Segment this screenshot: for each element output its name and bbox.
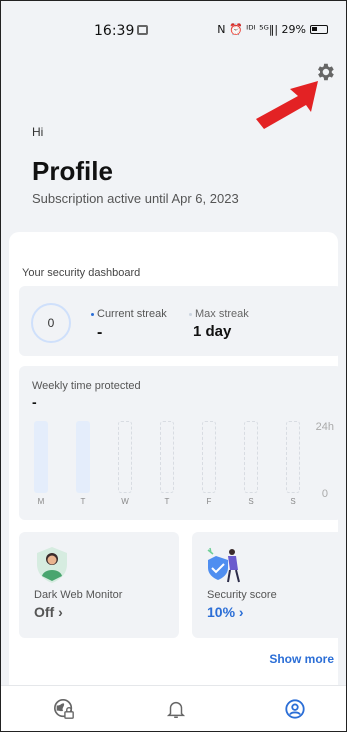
max-streak-label-text: Max streak	[195, 308, 249, 320]
max-streak-label: Max streak	[189, 308, 249, 320]
globe-lock-icon[interactable]	[53, 698, 75, 720]
dark-web-monitor-value: Off ›	[34, 604, 63, 620]
screen-record-icon	[137, 25, 148, 35]
security-score-illustration-icon	[207, 547, 240, 583]
show-more-link[interactable]: Show more	[269, 652, 334, 666]
streak-ring: 0	[31, 303, 71, 343]
bell-icon[interactable]	[165, 698, 187, 720]
streak-ring-value: 0	[47, 316, 55, 330]
weekly-bar	[244, 421, 258, 493]
dark-web-monitor-card[interactable]: Dark Web Monitor Off ›	[19, 532, 179, 638]
weekly-bar	[76, 421, 90, 493]
account-icon[interactable]	[284, 698, 306, 720]
max-streak-value: 1 day	[193, 323, 232, 340]
status-time: 16:39	[94, 23, 135, 39]
security-score-card[interactable]: Security score 10% ›	[192, 532, 346, 638]
status-right: N ⏰ ᴵᴰᴵ ⁵ᴳ‖| 29%	[217, 23, 328, 36]
gear-icon[interactable]	[314, 61, 336, 83]
battery-icon	[310, 25, 328, 34]
max-streak-dot	[189, 312, 192, 316]
red-arrow-annotation	[256, 81, 318, 129]
dark-web-avatar-icon	[37, 547, 67, 583]
phone-screen: 16:39 N ⏰ ᴵᴰᴵ ⁵ᴳ‖| 29% Hi Profile Subscr…	[0, 0, 347, 732]
weekly-bar	[202, 421, 216, 493]
current-streak-label: Current streak	[91, 308, 167, 320]
axis-max-label: 24h	[315, 421, 334, 433]
status-bar: 16:39 N ⏰ ᴵᴰᴵ ⁵ᴳ‖| 29%	[1, 1, 346, 41]
bottom-nav	[1, 685, 346, 731]
current-streak-value: -	[97, 324, 103, 341]
profile-header: Hi Profile Subscription active until Apr…	[1, 41, 346, 231]
weekly-bar	[118, 421, 132, 493]
security-score-value: 10% ›	[207, 604, 244, 620]
subscription-status: Subscription active until Apr 6, 2023	[32, 191, 239, 206]
weekday-label: S	[290, 497, 296, 506]
weekday-label: M	[37, 497, 45, 506]
status-indicators: N ⏰ ᴵᴰᴵ ⁵ᴳ‖| 29%	[217, 23, 306, 36]
streak-card[interactable]: 0 Current streak - Max streak 1 day	[19, 286, 342, 356]
weekday-label: S	[248, 497, 254, 506]
axis-min-label: 0	[321, 488, 328, 500]
dashboard-heading: Your security dashboard	[22, 267, 141, 279]
weekly-bar	[286, 421, 300, 493]
weekly-time-value: -	[32, 394, 37, 410]
weekday-label: F	[206, 497, 212, 506]
security-score-label: Security score	[207, 589, 277, 601]
dark-web-monitor-label: Dark Web Monitor	[34, 589, 123, 601]
dashboard-panel: Your security dashboard 0 Current streak…	[9, 232, 346, 685]
page-title: Profile	[32, 156, 113, 186]
weekly-time-label: Weekly time protected	[32, 380, 141, 392]
weekday-label: W	[121, 497, 129, 506]
weekly-time-card[interactable]: Weekly time protected - M T W T F S S 24h 0	[19, 366, 342, 520]
weekly-bar	[160, 421, 174, 493]
weekly-bar	[34, 421, 48, 493]
greeting: Hi	[32, 125, 44, 139]
current-streak-label-text: Current streak	[97, 308, 167, 320]
current-streak-dot	[91, 312, 94, 316]
weekday-label: T	[80, 497, 86, 506]
weekday-label: T	[164, 497, 170, 506]
